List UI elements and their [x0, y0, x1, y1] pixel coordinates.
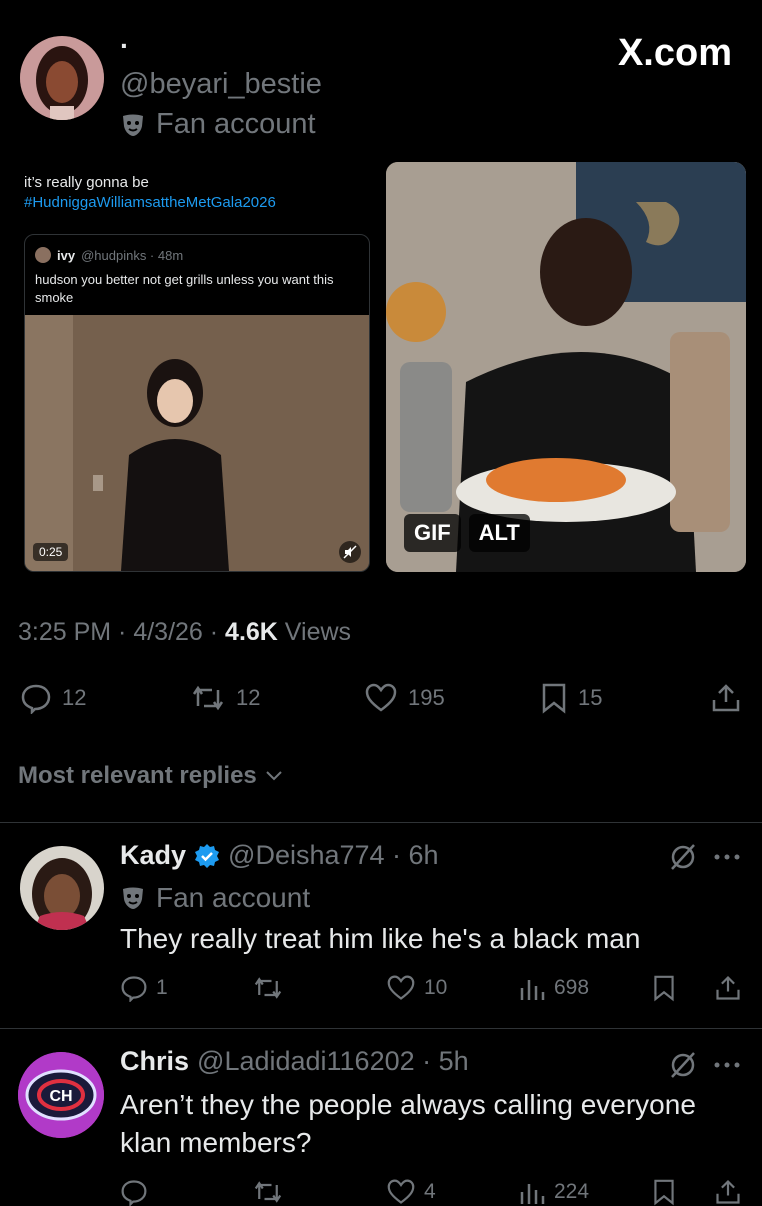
reply-avatar[interactable]: CH	[18, 1052, 104, 1138]
divider	[0, 822, 762, 823]
reply-share-button[interactable]	[714, 1178, 742, 1206]
media-right-gif[interactable]: GIF ALT	[386, 162, 746, 572]
reply-icon	[120, 974, 148, 1002]
chevron-down-icon	[265, 769, 283, 783]
reply-header: Chris @Ladidadi116202 · 5h	[120, 1046, 469, 1077]
video-duration: 0:25	[33, 543, 69, 561]
alt-badge[interactable]: ALT	[468, 514, 530, 552]
theater-mask-icon	[120, 112, 146, 138]
reply-views-button[interactable]: 698	[518, 974, 589, 1002]
screenshot-hashtag[interactable]: #HudniggaWilliamsattheMetGala2026	[24, 194, 276, 211]
reply-avatar[interactable]	[20, 846, 104, 930]
author-display-name[interactable]: ·	[120, 30, 129, 62]
repost-icon	[252, 974, 284, 1002]
views-label: Views	[277, 618, 352, 646]
reply-like-count: 4	[424, 1180, 436, 1203]
screenshot-text: it’s really gonna be	[24, 174, 149, 191]
post-time: 3:25 PM · 4/3/26 ·	[18, 618, 226, 646]
quoted-handle-time: @hudpinks · 48m	[81, 247, 184, 263]
more-options-icon[interactable]	[712, 852, 742, 862]
like-count: 195	[408, 685, 445, 710]
media-badges: GIF ALT	[404, 514, 530, 552]
reply-share-button[interactable]	[714, 974, 742, 1002]
views-chart-icon	[518, 1178, 546, 1206]
more-options-icon[interactable]	[712, 1060, 742, 1070]
quoted-text: hudson you better not get grills unless …	[35, 272, 334, 305]
reply-count: 12	[62, 685, 87, 710]
reply-bookmark-button[interactable]	[652, 1178, 676, 1206]
reply-avatar-photo	[20, 846, 104, 930]
reply-repost-button[interactable]	[252, 1178, 284, 1206]
reply-views-count: 698	[554, 976, 590, 999]
reply-name[interactable]: Chris	[120, 1046, 189, 1077]
grok-icon[interactable]	[668, 842, 698, 872]
views-count: 4.6K	[225, 618, 278, 646]
mute-icon[interactable]	[339, 541, 361, 563]
reply-icon	[20, 682, 52, 714]
quoted-video[interactable]: 0:25	[25, 315, 369, 571]
repost-icon	[252, 1178, 284, 1206]
heart-icon	[386, 974, 416, 1002]
reply-reply-button[interactable]: 1	[120, 974, 168, 1002]
reply-fan-account-label: Fan account	[156, 882, 311, 913]
heart-icon	[386, 1178, 416, 1206]
bookmark-button[interactable]: 15	[540, 682, 602, 714]
reply-handle-time[interactable]: @Deisha774 · 6h	[228, 840, 439, 871]
replies-sort-dropdown[interactable]: Most relevant replies	[18, 762, 283, 790]
share-button[interactable]	[710, 682, 742, 714]
reply-text: They really treat him like he's a black …	[120, 923, 641, 954]
reply-reply-button[interactable]	[120, 1178, 156, 1206]
views-chart-icon	[518, 974, 546, 1002]
quoted-name: ivy	[57, 247, 76, 263]
post-meta: 3:25 PM · 4/3/26 · 4.6K Views	[18, 618, 351, 647]
reply-fan-account-badge: Fan account	[120, 882, 310, 914]
grok-icon[interactable]	[668, 1050, 698, 1080]
reply-handle-time[interactable]: @Ladidadi116202 · 5h	[197, 1046, 469, 1077]
repost-count: 12	[236, 685, 261, 710]
gif-frame	[386, 162, 746, 572]
heart-icon	[364, 682, 398, 714]
divider	[0, 1028, 762, 1029]
reply-like-button[interactable]: 4	[386, 1178, 436, 1206]
avatar-photo	[20, 36, 104, 120]
quoted-avatar	[35, 247, 51, 263]
fan-account-label: Fan account	[156, 108, 316, 140]
reply-like-button[interactable]: 10	[386, 974, 447, 1002]
svg-text:CH: CH	[49, 1088, 72, 1105]
reply-header: Kady @Deisha774 · 6h	[120, 840, 439, 871]
theater-mask-icon	[120, 885, 146, 911]
like-button[interactable]: 195	[364, 682, 445, 714]
quoted-tweet[interactable]: ivy @hudpinks · 48m hudson you better no…	[24, 234, 370, 572]
reply-views-button[interactable]: 224	[518, 1178, 589, 1206]
gif-badge: GIF	[404, 514, 461, 552]
reply-avatar-logo: CH	[18, 1052, 104, 1138]
author-handle[interactable]: @beyari_bestie	[120, 68, 322, 101]
reply-like-count: 10	[424, 976, 448, 999]
replies-sort-label: Most relevant replies	[18, 762, 257, 789]
reply-reply-count: 1	[156, 976, 168, 999]
repost-button[interactable]: 12	[190, 682, 260, 714]
x-com-watermark: X.com	[617, 32, 732, 74]
bookmark-icon	[540, 682, 568, 714]
bookmark-count: 15	[578, 685, 603, 710]
media-left-screenshot[interactable]: it’s really gonna be #HudniggaWilliamsat…	[16, 162, 378, 574]
author-avatar[interactable]	[20, 36, 104, 120]
reply-name[interactable]: Kady	[120, 840, 186, 871]
reply-bookmark-button[interactable]	[652, 974, 676, 1002]
reply-repost-button[interactable]	[252, 974, 284, 1002]
reply-views-count: 224	[554, 1180, 590, 1203]
reply-text: Aren’t they the people always calling ev…	[120, 1089, 696, 1158]
video-frame	[25, 315, 369, 571]
reply-button[interactable]: 12	[20, 682, 86, 714]
verified-badge-icon	[194, 843, 220, 869]
share-icon	[710, 682, 742, 714]
repost-icon	[190, 682, 226, 714]
fan-account-badge: Fan account	[120, 108, 316, 141]
reply-icon	[120, 1178, 148, 1206]
